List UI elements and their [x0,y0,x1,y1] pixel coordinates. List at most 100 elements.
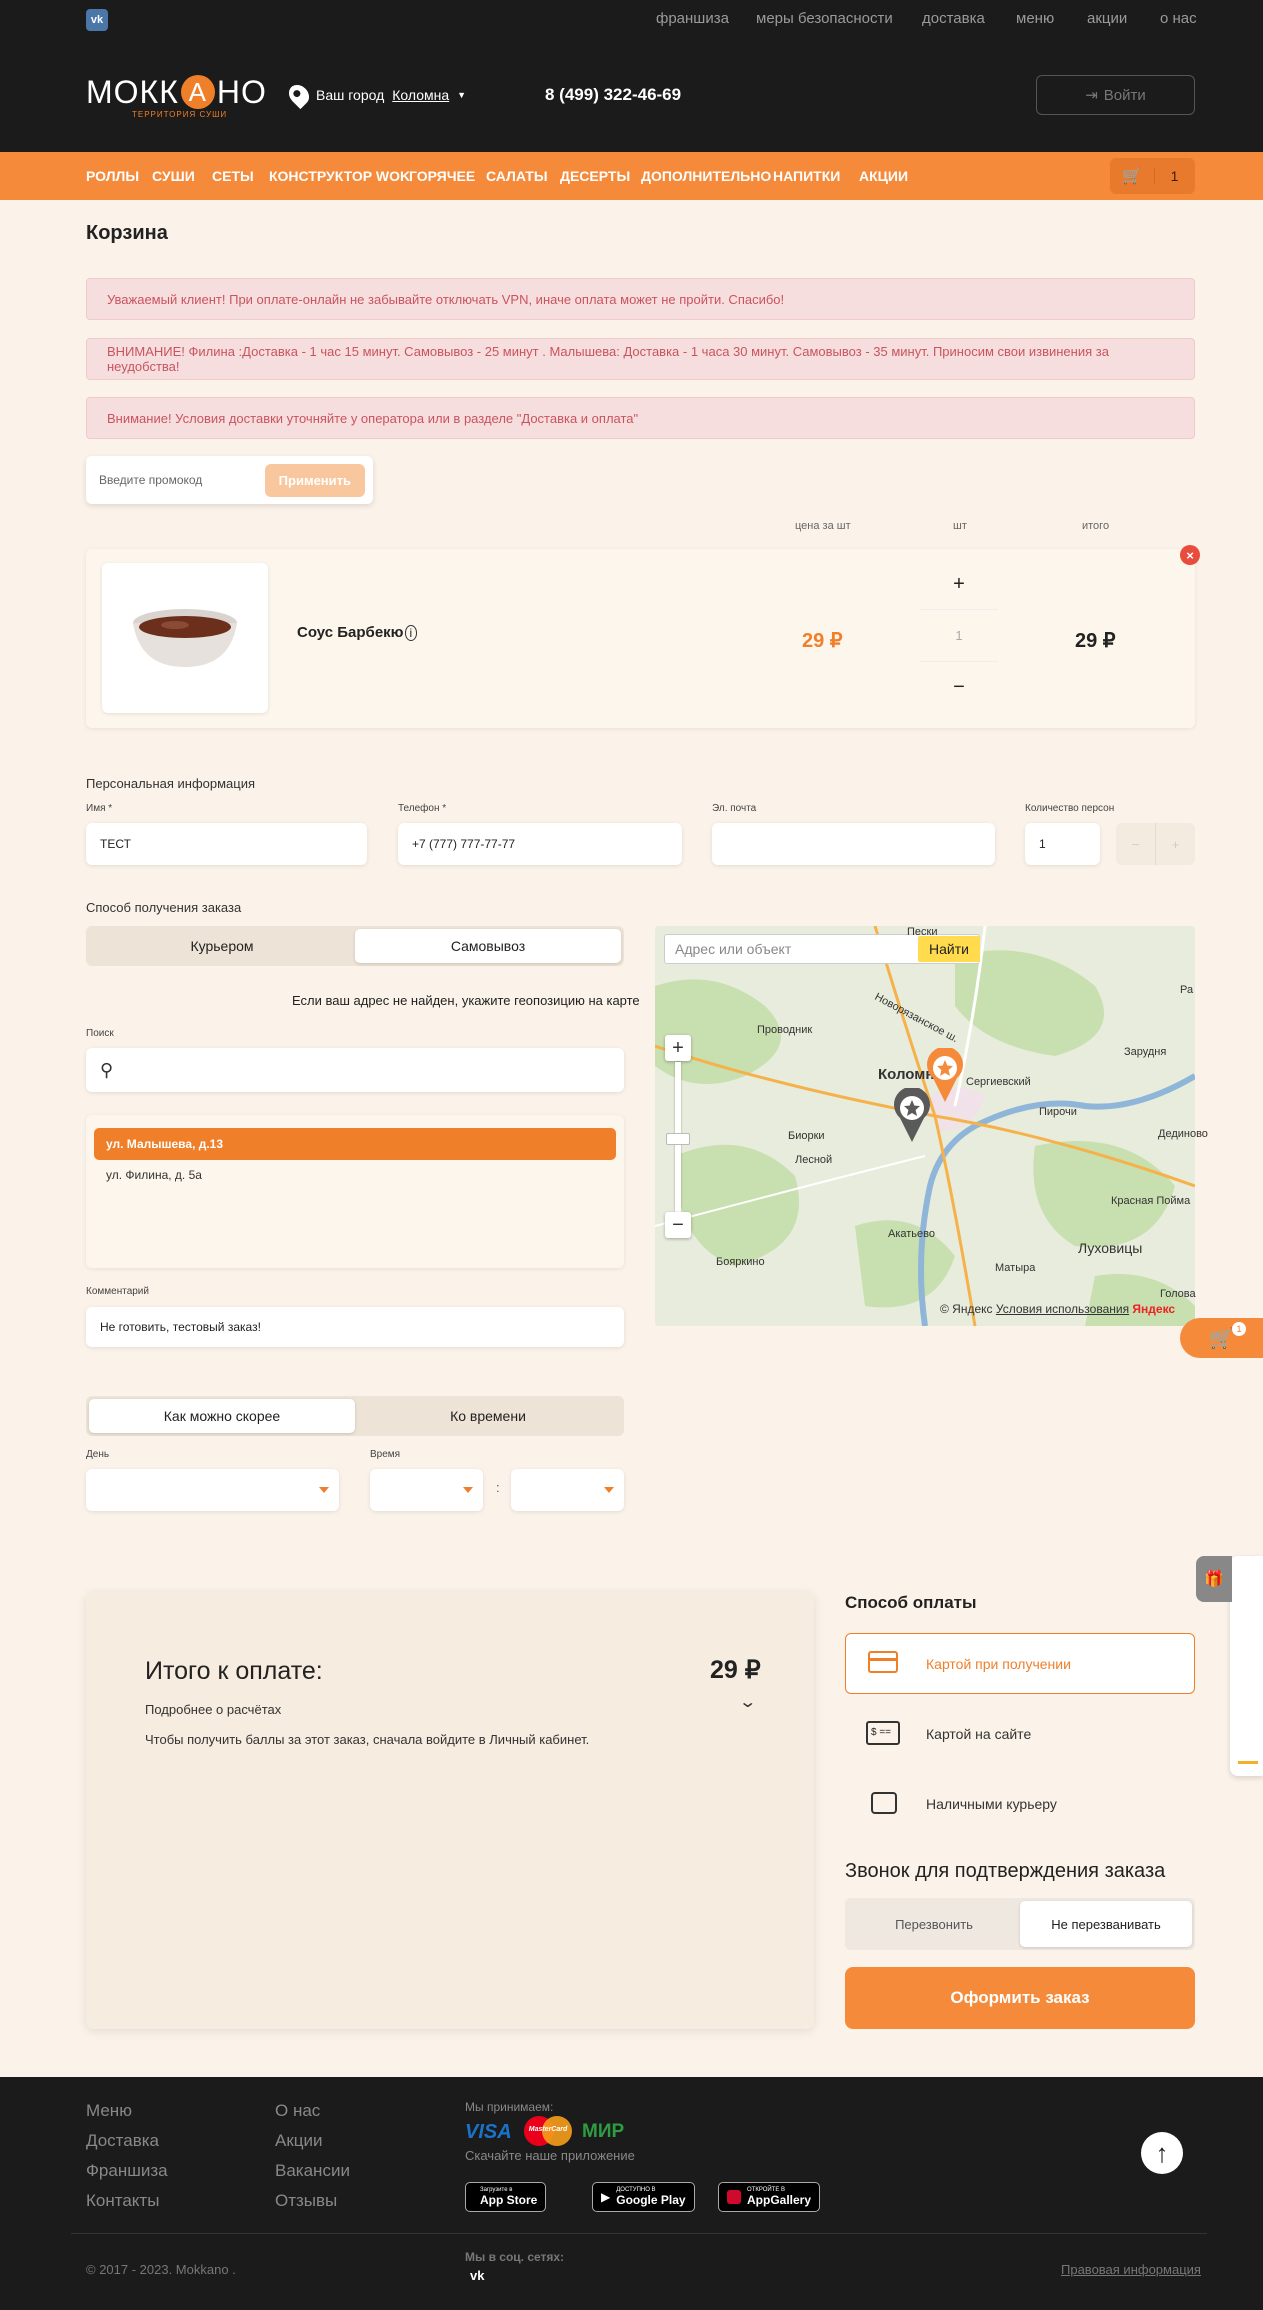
nav-drinks[interactable]: НАПИТКИ [773,168,840,184]
map-copyright: © Яндекс [940,1302,993,1316]
address-item[interactable]: ул. Филина, д. 5а [106,1168,202,1182]
city-name[interactable]: Коломна [392,87,449,103]
floating-cart-button[interactable]: 🛒 [1180,1318,1263,1358]
vk-icon[interactable]: vk [86,9,108,31]
map-marker-gray[interactable] [892,1088,932,1144]
top-link-safety[interactable]: меры безопасности [756,10,893,27]
footer-link-jobs[interactable]: Вакансии [275,2161,350,2181]
vk-icon[interactable]: vk [470,2268,484,2283]
alert-delivery-time: ВНИМАНИЕ! Филина :Доставка - 1 час 15 ми… [86,338,1195,380]
payment-method-label: Картой при получении [926,1656,1071,1672]
phone-number[interactable]: 8 (499) 322-46-69 [545,85,681,105]
top-link-menu[interactable]: меню [1016,10,1054,27]
cart-button[interactable]: 🛒 1 [1110,158,1195,194]
courier-option[interactable]: Курьером [89,929,355,963]
gift-icon[interactable]: 🎁 [1196,1556,1232,1602]
footer-link-about[interactable]: О нас [275,2101,320,2121]
hour-select[interactable] [370,1469,483,1511]
nav-sushi[interactable]: СУШИ [152,168,195,184]
address-search-input[interactable]: ⚲ [86,1048,624,1092]
nav-wok[interactable]: КОНСТРУКТОР WOK [269,168,410,184]
nav-promos[interactable]: АКЦИИ [859,168,908,184]
nav-desserts[interactable]: ДЕСЕРТЫ [560,168,630,184]
zoom-out-button[interactable]: − [665,1212,691,1238]
top-link-franchise[interactable]: франшиза [656,10,729,27]
login-button[interactable]: ⇥ Войти [1036,75,1195,115]
qty-plus-button[interactable]: + [920,560,998,610]
logo[interactable]: МОКК А НО [86,74,267,111]
footer-link-franchise[interactable]: Франшиза [86,2161,168,2181]
name-field[interactable]: ТЕСТ [86,823,367,865]
app-store-badge[interactable]: Загрузите в App Store [465,2182,547,2212]
map-label: Голова [1160,1288,1196,1300]
location-pin-icon [284,80,314,110]
footer-link-contacts[interactable]: Контакты [86,2191,159,2211]
zoom-in-button[interactable]: + [665,1035,691,1061]
basket-icon: 🛒 [1122,168,1142,185]
qty-value[interactable]: 1 [920,610,998,662]
phone-field[interactable]: +7 (777) 777-77-77 [398,823,682,865]
email-field[interactable] [712,823,995,865]
apply-promo-button[interactable]: Применить [264,463,365,497]
footer-link-delivery[interactable]: Доставка [86,2131,159,2151]
callback-no-option[interactable]: Не перезванивать [1020,1901,1192,1947]
persons-field[interactable]: 1 [1025,823,1100,865]
time-toggle: Как можно скорее Ко времени [86,1396,624,1436]
sauce-bowl-image [133,609,237,667]
pickup-option[interactable]: Самовывоз [355,929,621,963]
chevron-down-icon: ▼ [457,90,467,100]
yandex-logo[interactable]: Яндекс [1132,1302,1175,1316]
map-terms-link[interactable]: Условия использования [996,1302,1129,1316]
delivery-method-title: Способ получения заказа [86,900,242,915]
item-name[interactable]: Соус Барбекю i [297,624,418,641]
phone-label: Телефон * [398,803,447,814]
info-icon[interactable]: i [404,625,418,641]
top-link-about[interactable]: о нас [1160,10,1197,27]
city-selector[interactable]: Ваш город Коломна ▼ [284,80,467,110]
card-icon [868,1651,898,1673]
logo-subtitle: ТЕРРИТОРИЯ СУШИ [132,110,228,119]
summary-details-link[interactable]: Подробнее о расчётах [145,1702,281,1717]
nav-hot[interactable]: ГОРЯЧЕЕ [409,168,475,184]
promo-input[interactable]: Введите промокод [99,473,202,487]
promo-block: Введите промокод Применить [86,456,373,504]
map-label: Красная Пойма [1111,1195,1191,1207]
footer-link-menu[interactable]: Меню [86,2101,132,2121]
minute-select[interactable] [511,1469,624,1511]
chevron-down-icon[interactable]: ⌄ [738,1692,757,1712]
nav-sets[interactable]: СЕТЫ [212,168,254,184]
callback-title: Звонок для подтверждения заказа [845,1860,1166,1882]
remove-item-button[interactable]: × [1180,545,1200,565]
by-time-option[interactable]: Ко времени [355,1399,621,1433]
qty-minus-button[interactable]: − [920,662,998,712]
legal-info-link[interactable]: Правовая информация [1061,2262,1201,2277]
visa-logo: VISA [465,2121,512,2143]
google-play-badge[interactable]: ▶ ДОСТУПНО В Google Play [592,2182,695,2212]
mastercard-text: MasterCard [528,2126,568,2133]
we-accept-label: Мы принимаем: [465,2100,554,2114]
callback-yes-option[interactable]: Перезвонить [848,1901,1020,1947]
persons-plus-button[interactable]: + [1156,823,1195,865]
day-select[interactable] [86,1469,339,1511]
zoom-handle[interactable] [666,1133,690,1145]
top-link-delivery[interactable]: доставка [922,10,985,27]
scroll-to-top-button[interactable]: ↑ [1141,2132,1183,2174]
persons-minus-button[interactable]: − [1116,823,1156,865]
top-link-promos[interactable]: акции [1087,10,1127,27]
nav-salads[interactable]: САЛАТЫ [486,168,548,184]
map-find-button[interactable]: Найти [918,936,980,962]
mastercard-logo: MasterCard [524,2116,572,2146]
app-gallery-badge[interactable]: ОТКРОЙТЕ В AppGallery [718,2182,821,2212]
footer-link-promos[interactable]: Акции [275,2131,323,2151]
place-order-button[interactable]: Оформить заказ [845,1967,1195,2029]
map-label: Ра [1180,984,1194,996]
asap-option[interactable]: Как можно скорее [89,1399,355,1433]
comment-field[interactable]: Не готовить, тестовый заказ! [86,1307,624,1347]
nav-rolls[interactable]: РОЛЛЫ [86,168,139,184]
footer-link-reviews[interactable]: Отзывы [275,2191,337,2211]
nav-extra[interactable]: ДОПОЛНИТЕЛЬНО [641,168,771,184]
cart-count: 1 [1154,168,1194,184]
address-item-selected[interactable]: ул. Малышева, д.13 [94,1128,616,1160]
personal-info-title: Персональная информация [86,776,256,791]
persons-label: Количество персон [1025,803,1115,814]
